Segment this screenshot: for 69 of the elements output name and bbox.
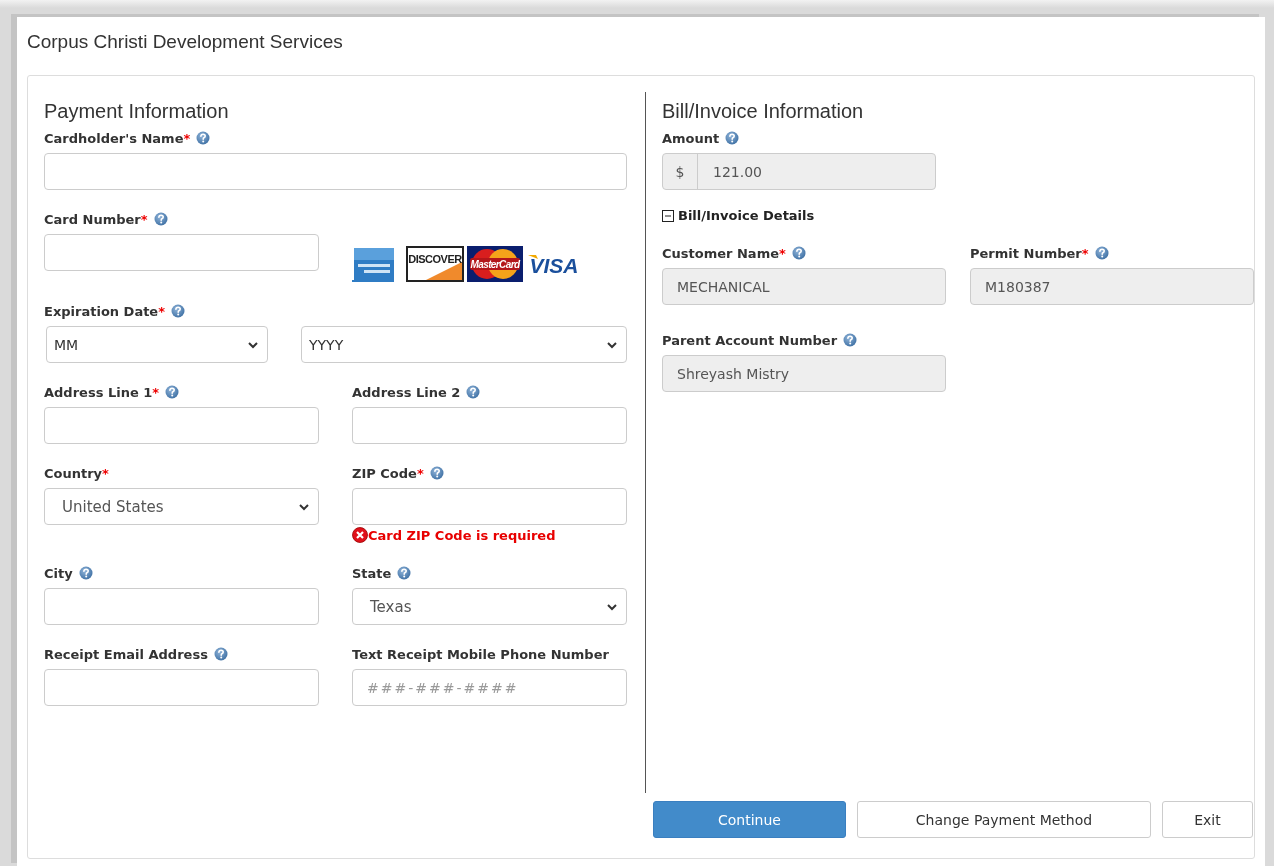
field-label: Card Number xyxy=(44,211,141,227)
help-icon[interactable] xyxy=(153,212,168,226)
field-label: Parent Account Number xyxy=(662,332,838,348)
field-label: Cardholder's Name xyxy=(44,130,184,146)
input-field[interactable] xyxy=(44,669,319,706)
page-title: Corpus Christi Development Services xyxy=(27,31,344,54)
select-field[interactable]: Texas xyxy=(352,588,627,625)
required-mark: * xyxy=(140,211,148,227)
help-icon[interactable] xyxy=(196,131,211,145)
required-mark: * xyxy=(152,384,160,400)
field-label: Expiration Date xyxy=(44,303,159,319)
card-logo-icon: MasterCard xyxy=(467,246,523,282)
card-logo-icon xyxy=(352,246,396,282)
help-icon[interactable] xyxy=(397,566,412,580)
continue-button[interactable]: Continue xyxy=(653,801,846,838)
help-icon[interactable] xyxy=(843,333,858,347)
field-label: Receipt Email Address xyxy=(44,646,208,662)
input-field[interactable]: ###-###-#### xyxy=(352,669,627,706)
help-icon[interactable] xyxy=(466,385,481,399)
help-icon[interactable] xyxy=(171,304,185,318)
field-label: Address Line 2 xyxy=(352,384,461,400)
select-field[interactable]: United States xyxy=(44,488,319,525)
required-mark: * xyxy=(1081,245,1089,261)
required-mark: * xyxy=(416,465,424,481)
help-icon[interactable] xyxy=(78,566,93,580)
input-field[interactable]: MECHANICAL xyxy=(662,268,946,305)
field-label: State xyxy=(352,565,392,581)
select-field[interactable]: MM xyxy=(46,326,268,363)
chevron-icon xyxy=(606,339,618,350)
input-field[interactable] xyxy=(352,488,627,525)
chevron-icon xyxy=(606,601,618,612)
help-icon[interactable] xyxy=(1094,246,1109,260)
amount-value: 121.00 xyxy=(712,163,762,180)
section-heading: Bill/Invoice Information xyxy=(662,100,865,124)
field-label: City xyxy=(44,565,73,581)
field-label: Customer Name xyxy=(662,245,779,261)
help-icon[interactable] xyxy=(213,647,228,661)
input-field[interactable] xyxy=(44,588,319,625)
error-message: Card ZIP Code is required xyxy=(368,527,556,543)
input-field[interactable] xyxy=(44,234,319,271)
card-logo-icon: DISCOVER xyxy=(406,246,464,282)
field-label: Country xyxy=(44,465,103,481)
form-button[interactable]: Change Payment Method xyxy=(857,801,1151,838)
required-mark: * xyxy=(102,465,109,481)
chevron-icon xyxy=(247,339,259,350)
details-toggle[interactable]: Bill/Invoice Details xyxy=(662,208,815,223)
field-label: Amount xyxy=(662,130,720,146)
required-mark: * xyxy=(779,245,786,261)
help-icon[interactable] xyxy=(165,385,180,399)
field-label: ZIP Code xyxy=(352,465,417,481)
input-field[interactable] xyxy=(352,407,627,444)
section-heading: Payment Information xyxy=(44,100,230,124)
form-button[interactable]: Exit xyxy=(1162,801,1253,838)
error-icon xyxy=(352,527,368,543)
chevron-icon xyxy=(298,501,310,512)
field-label: Text Receipt Mobile Phone Number xyxy=(352,646,609,662)
select-field[interactable]: YYYY xyxy=(301,326,627,363)
required-mark: * xyxy=(183,130,191,146)
input-field[interactable] xyxy=(44,153,627,190)
required-mark: * xyxy=(158,303,165,319)
help-icon[interactable] xyxy=(725,131,740,145)
field-label: Permit Number xyxy=(970,245,1082,261)
field-label: Address Line 1 xyxy=(44,384,153,400)
input-field[interactable]: Shreyash Mistry xyxy=(662,355,946,392)
input-field[interactable]: M180387 xyxy=(970,268,1254,305)
help-icon[interactable] xyxy=(791,246,806,260)
input-field[interactable] xyxy=(44,407,319,444)
help-icon[interactable] xyxy=(429,466,444,480)
currency-prefix: $ xyxy=(663,154,698,189)
